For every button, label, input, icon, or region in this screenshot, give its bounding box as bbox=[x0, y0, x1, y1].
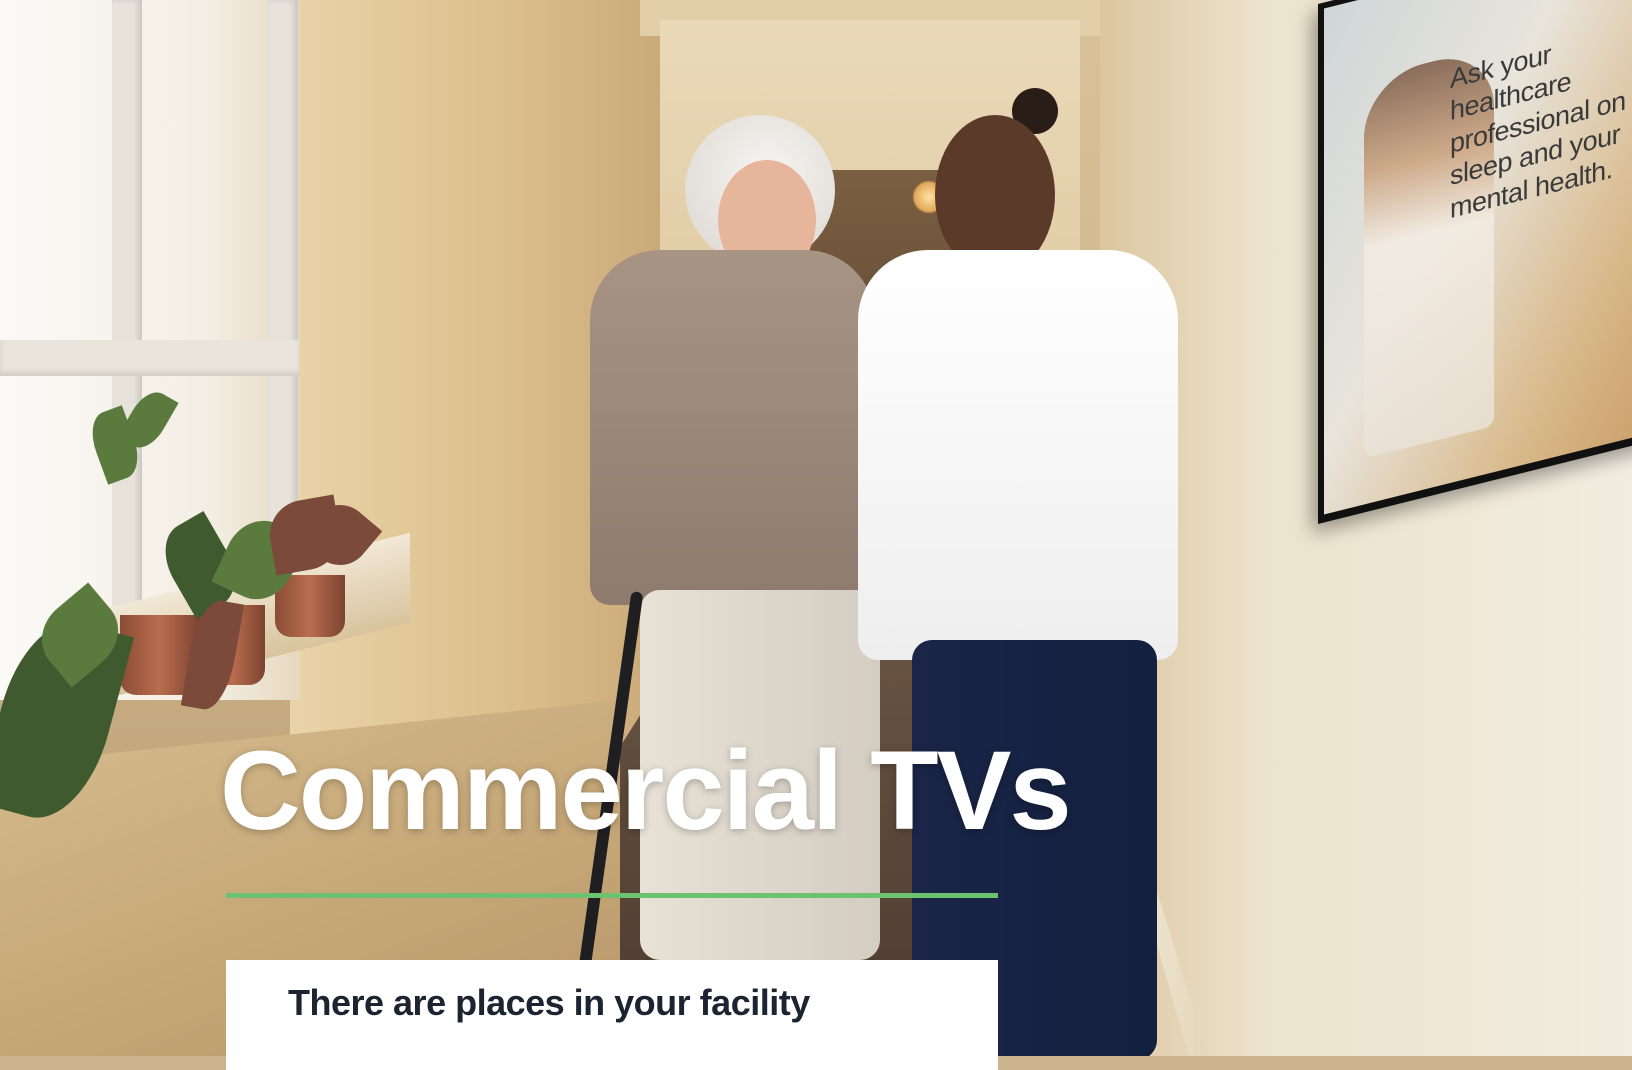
wall-mounted-tv: Ask your healthcare professional on slee… bbox=[1318, 0, 1632, 524]
title-underline bbox=[226, 893, 998, 898]
intro-card: There are places in your facility bbox=[226, 960, 998, 1070]
window-frame bbox=[0, 340, 300, 376]
window-frame bbox=[112, 0, 142, 640]
intro-text: There are places in your facility bbox=[288, 982, 810, 1023]
page-title: Commercial TVs bbox=[220, 728, 1072, 853]
tv-screen: Ask your healthcare professional on slee… bbox=[1324, 0, 1632, 515]
tv-screen-message: Ask your healthcare professional on slee… bbox=[1450, 8, 1632, 225]
